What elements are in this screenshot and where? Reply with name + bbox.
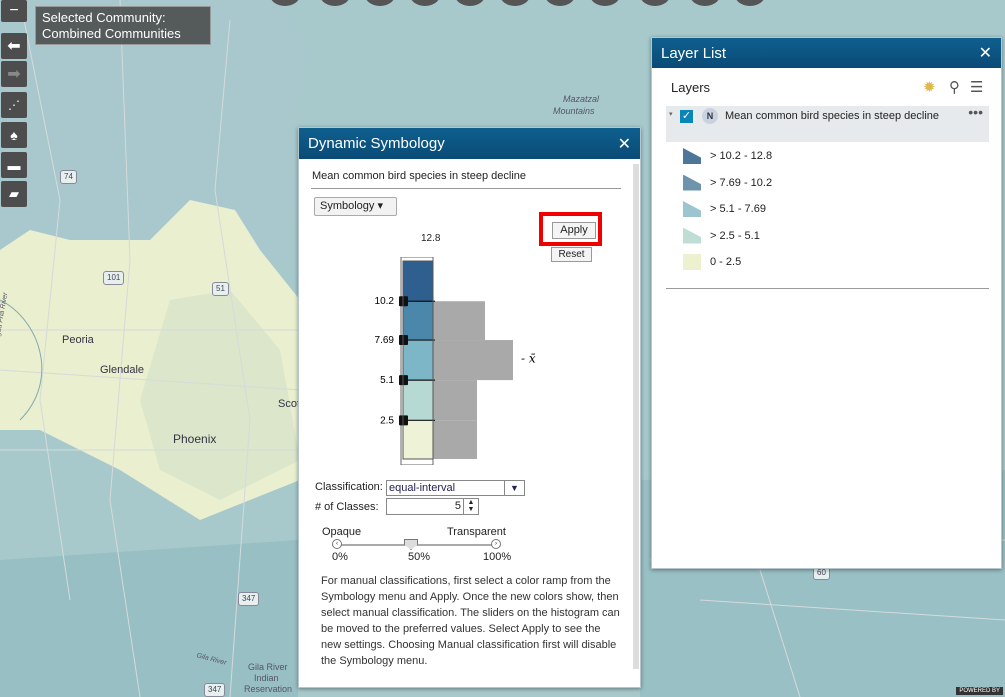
color-ramp-segment bbox=[403, 301, 433, 341]
classes-value: 5 bbox=[454, 500, 461, 512]
color-ramp-segment bbox=[403, 380, 433, 421]
dynamic-symbology-panel: Dynamic Symbology ✕ Mean common bird spe… bbox=[298, 127, 641, 688]
highway-shield: 347 bbox=[204, 683, 226, 697]
alaska-icon[interactable]: ♠ bbox=[1, 122, 27, 148]
reset-button[interactable]: Reset bbox=[551, 247, 592, 262]
opaque-label: Opaque bbox=[322, 526, 362, 538]
color-ramp-segment bbox=[403, 340, 433, 381]
map-label-gila-river-2: Indian bbox=[254, 673, 279, 683]
panel-title-bar[interactable]: Layer List ✕ bbox=[652, 38, 1001, 68]
scrollbar[interactable] bbox=[633, 164, 639, 669]
usa-icon[interactable]: ▰ bbox=[1, 181, 27, 207]
panel-title-bar[interactable]: Dynamic Symbology ✕ bbox=[299, 128, 640, 159]
classification-select[interactable]: equal-interval ▼ bbox=[386, 480, 525, 496]
chevron-down-icon: ▼ bbox=[504, 481, 524, 495]
highway-shield: 51 bbox=[212, 282, 229, 296]
color-ramp-segment bbox=[403, 420, 433, 459]
pct-50-label: 50% bbox=[408, 551, 431, 563]
map-label-mazatzal: Mazatzal bbox=[563, 94, 600, 104]
highway-shield: 101 bbox=[103, 271, 125, 285]
legend-label: > 10.2 - 12.8 bbox=[710, 150, 773, 162]
histogram-bar bbox=[433, 380, 477, 421]
opacity-slider-thumb[interactable] bbox=[404, 539, 418, 550]
classification-label: Classification: bbox=[315, 481, 383, 493]
powered-by-label: POWERED BY bbox=[956, 687, 1003, 695]
layer-badge: N bbox=[702, 108, 718, 124]
map-label-gila-river-3: Reservation bbox=[244, 684, 293, 694]
slider-right-icon[interactable]: › bbox=[491, 539, 501, 549]
filter-icon[interactable]: ☰ bbox=[970, 78, 983, 96]
class-break-label: 7.69 bbox=[375, 335, 395, 346]
layer-name: Mean common bird species in steep declin… bbox=[725, 110, 940, 122]
legend-label: > 2.5 - 5.1 bbox=[710, 229, 760, 242]
legend-swatch bbox=[683, 201, 701, 217]
slider-left-icon[interactable]: ‹ bbox=[332, 539, 342, 549]
class-break-label: 10.2 bbox=[375, 296, 395, 307]
legend-label: 0 - 2.5 bbox=[710, 256, 742, 268]
histogram-bar bbox=[433, 301, 485, 341]
histogram-bar bbox=[433, 340, 513, 381]
legend-swatch bbox=[683, 254, 701, 270]
community-line-2: Combined Communities bbox=[42, 26, 181, 41]
histogram-max-label: 12.8 bbox=[421, 233, 441, 244]
legend-label: > 7.69 - 10.2 bbox=[710, 176, 773, 189]
map-label-glendale: Glendale bbox=[100, 364, 145, 376]
stepper-arrows-icon[interactable]: ▲ ▼ bbox=[463, 499, 478, 514]
map-label-peoria: Peoria bbox=[62, 334, 94, 346]
pct-100-label: 100% bbox=[483, 551, 512, 563]
forward-arrow-icon[interactable]: ➡ bbox=[1, 61, 27, 87]
map-label-mountains: Mountains bbox=[553, 106, 595, 116]
close-icon[interactable]: ✕ bbox=[618, 134, 631, 154]
instructions-text: For manual classifications, first select… bbox=[321, 575, 620, 667]
layer-checkbox[interactable]: ✓ bbox=[680, 110, 693, 123]
panel-title: Layer List bbox=[661, 44, 727, 62]
close-icon[interactable]: ✕ bbox=[979, 43, 992, 63]
map-label-gila-river-1: Gila River bbox=[248, 662, 288, 672]
map-label-phoenix: Phoenix bbox=[173, 432, 217, 446]
classes-label: # of Classes: bbox=[315, 501, 379, 513]
highway-shield: 74 bbox=[60, 170, 77, 184]
back-arrow-icon[interactable]: ⬅ bbox=[1, 33, 27, 59]
more-options-icon[interactable]: ••• bbox=[968, 104, 983, 120]
classes-stepper[interactable]: 5 ▲ ▼ bbox=[386, 498, 479, 515]
panel-title: Dynamic Symbology bbox=[308, 135, 445, 152]
highway-shield: 347 bbox=[238, 592, 260, 606]
histogram-bar bbox=[433, 420, 477, 459]
class-break-label: 5.1 bbox=[380, 375, 394, 386]
puerto-rico-icon[interactable]: ▬ bbox=[1, 152, 27, 178]
legend-swatch bbox=[683, 227, 701, 244]
transparent-label: Transparent bbox=[447, 526, 506, 538]
community-line-1: Selected Community: bbox=[42, 10, 166, 25]
color-ramp-segment bbox=[403, 261, 433, 302]
legend-label: > 5.1 - 7.69 bbox=[710, 203, 766, 215]
map-label-scottsdale: Scot bbox=[278, 398, 301, 410]
legend-swatch bbox=[683, 174, 701, 191]
mean-marker: - x̄ bbox=[521, 351, 536, 365]
classification-value: equal-interval bbox=[389, 482, 456, 494]
search-icon[interactable]: ⚲ bbox=[949, 78, 960, 96]
layer-list-panel: Layer List ✕ Layers ✹ ⚲ ☰ ▾ ✓ N Mean com… bbox=[651, 37, 1002, 569]
divider bbox=[666, 288, 989, 289]
hawaii-icon[interactable]: ⋰ bbox=[1, 92, 27, 118]
layer-name: Mean common bird species in steep declin… bbox=[312, 170, 527, 182]
class-break-label: 2.5 bbox=[380, 415, 394, 426]
star-icon[interactable]: ✹ bbox=[923, 78, 936, 96]
collapse-icon[interactable]: ▾ bbox=[669, 110, 673, 118]
apply-button[interactable]: Apply bbox=[552, 222, 596, 239]
layer-row[interactable]: ▾ ✓ N Mean common bird species in steep … bbox=[666, 104, 989, 142]
divider bbox=[311, 188, 621, 189]
zoom-out-button[interactable]: − bbox=[1, 0, 27, 22]
legend-swatch bbox=[683, 148, 701, 164]
pct-0-label: 0% bbox=[332, 551, 348, 563]
symbology-menu-button[interactable]: Symbology ▾ bbox=[314, 197, 397, 216]
histogram: 10.2 7.69 5.1 2.5 - x̄ bbox=[375, 257, 536, 465]
selected-community-label: Selected Community: Combined Communities bbox=[35, 6, 211, 45]
layers-heading: Layers bbox=[671, 80, 711, 95]
